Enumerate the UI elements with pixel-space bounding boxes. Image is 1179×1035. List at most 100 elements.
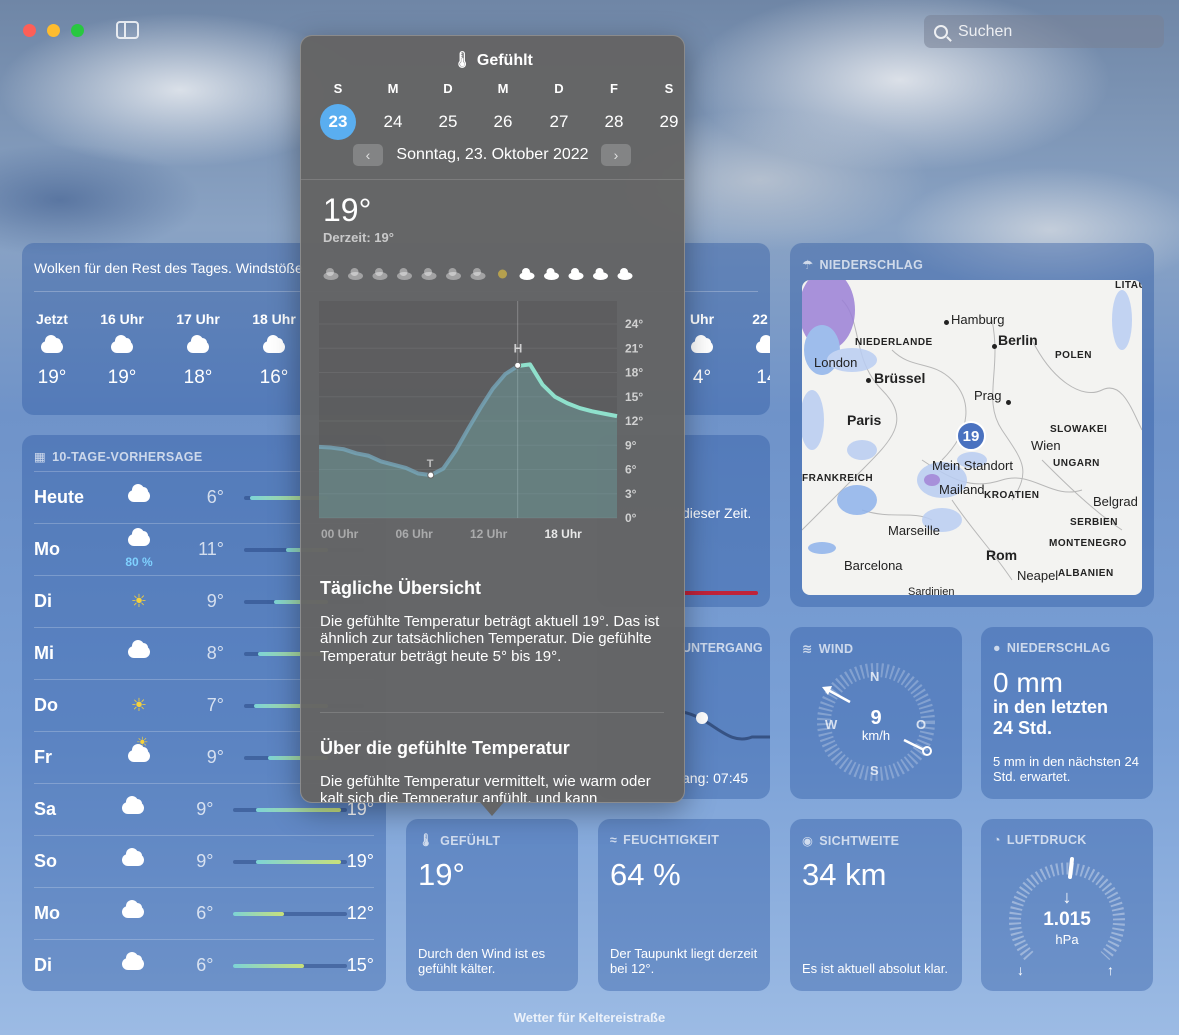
- location-pin[interactable]: 19: [956, 421, 986, 451]
- sun-icon: ☀: [130, 694, 148, 715]
- date-button[interactable]: 29: [651, 104, 684, 140]
- pressure-card[interactable]: ◔ LUFTDRUCK ↓ 1.015 hPa ↓ ↑: [981, 819, 1153, 991]
- visibility-card[interactable]: ◉ SICHTWEITE 34 km Es ist aktuell absolu…: [790, 819, 962, 991]
- popover-title-row: 🌡 Gefühlt: [301, 50, 684, 70]
- close-window-button[interactable]: [23, 24, 36, 37]
- y-tick-label: 18°: [625, 366, 643, 380]
- precip-forecast: 5 mm in den nächsten 24 Std. erwartet.: [993, 754, 1139, 785]
- pressure-low-icon: ↓: [1017, 962, 1024, 978]
- current-feels-value: 19°: [323, 192, 372, 228]
- date-button[interactable]: 26: [485, 104, 521, 140]
- hour-column: Jetzt 19°: [22, 311, 82, 389]
- feels-like-chart[interactable]: 0° 3° 6° 9° 12° 15° 18° 21° 24° T H 00 Uhr 06 Uhr 12 …: [319, 261, 669, 546]
- wind-card[interactable]: ≋ WIND N S W O 9 km/h: [790, 627, 962, 799]
- cloud-icon-puff: [522, 268, 530, 276]
- map-label: Barcelona: [844, 558, 903, 573]
- compass-south: S: [870, 763, 879, 778]
- day-icon-cell: [100, 795, 166, 819]
- day-row[interactable]: Di 6° 15°: [34, 939, 374, 991]
- y-tick-label: 21°: [625, 341, 643, 355]
- date-button[interactable]: 27: [541, 104, 577, 140]
- day-row[interactable]: Mo 6° 12°: [34, 887, 374, 939]
- x-tick-label: 00 Uhr: [321, 527, 359, 541]
- date-button[interactable]: 25: [430, 104, 466, 140]
- y-tick-label: 24°: [625, 317, 643, 331]
- sun-icon: ☀: [130, 590, 148, 611]
- y-tick-label: 6°: [625, 463, 637, 477]
- popover-title: Gefühlt: [476, 52, 533, 69]
- cloud-icon-puff: [546, 268, 555, 276]
- map-label: Berlin: [998, 332, 1038, 348]
- cloud-icon: [691, 335, 713, 353]
- day-low: 8°: [206, 643, 224, 663]
- precipitation-map[interactable]: Hamburg Berlin NIEDERLANDE POLEN London …: [802, 280, 1142, 595]
- map-header: ☂ NIEDERSCHLAG: [802, 257, 923, 273]
- cloud-icon: [122, 951, 145, 970]
- date-button[interactable]: 23: [320, 104, 356, 140]
- hour-column: 22 U 14: [737, 311, 770, 389]
- cloud-icon: [128, 483, 150, 502]
- day-low: 6°: [206, 487, 224, 507]
- hour-label: 17 Uhr: [176, 311, 220, 327]
- temp-range-bar: [233, 911, 347, 916]
- weekday-label: S: [664, 81, 674, 96]
- wind-icon: ≋: [802, 642, 813, 656]
- precipitation-map-card[interactable]: ☂ NIEDERSCHLAG Hamburg Berlin NIEDERLAND…: [790, 243, 1154, 607]
- day-icon-cell: [100, 847, 166, 871]
- hour-label: 16 Uhr: [100, 311, 144, 327]
- temp-range-bar: [233, 859, 347, 864]
- day-low: 9°: [206, 747, 224, 767]
- day-row[interactable]: So 9° 19°: [34, 835, 374, 887]
- day-icon-cell: ☀: [104, 592, 174, 612]
- visibility-value: 34 km: [802, 857, 887, 892]
- sunset-header: UNTERGANG: [682, 641, 763, 655]
- map-label: KROATIEN: [984, 490, 1040, 501]
- zoom-window-button[interactable]: [71, 24, 84, 37]
- x-tick-label: 12 Uhr: [470, 527, 508, 541]
- precip-period: in den letzten 24 Std.: [993, 697, 1109, 738]
- next-day-button[interactable]: ›: [601, 144, 631, 166]
- map-label: POLEN: [1055, 350, 1092, 361]
- map-label: Mein Standort: [932, 458, 1013, 473]
- precipitation-card[interactable]: ● NIEDERSCHLAG 0 mm in den letzten 24 St…: [981, 627, 1153, 799]
- date-button[interactable]: 28: [596, 104, 632, 140]
- minimize-window-button[interactable]: [47, 24, 60, 37]
- humidity-header: ≈ FEUCHTIGKEIT: [610, 833, 719, 847]
- sun-icon: [498, 269, 507, 279]
- search-input[interactable]: [958, 22, 1148, 41]
- cloud-icon-puff: [473, 268, 481, 276]
- temp-range-bar: [233, 807, 347, 812]
- y-tick-label: 15°: [625, 390, 643, 404]
- date-button[interactable]: 24: [375, 104, 411, 140]
- feels-title: GEFÜHLT: [440, 833, 501, 848]
- pressure-arrow-icon: ↓: [1062, 887, 1072, 907]
- day-name: Do: [34, 695, 58, 715]
- map-label: Sardinien: [908, 586, 955, 595]
- map-label: Brüssel: [874, 370, 926, 386]
- precip-chance: 80 %: [125, 554, 153, 569]
- search-field[interactable]: [924, 15, 1164, 48]
- map-label: Marseille: [888, 523, 941, 538]
- sidebar-toggle-icon[interactable]: [116, 21, 139, 39]
- low-point-marker: [427, 471, 435, 479]
- day-icon-cell: [104, 639, 174, 663]
- humidity-card[interactable]: ≈ FEUCHTIGKEIT 64 % Der Taupunkt liegt d…: [598, 819, 770, 991]
- pressure-header: ◔ LUFTDRUCK: [993, 833, 1087, 847]
- map-dot: [992, 344, 997, 349]
- partial-text: dieser Zeit.: [682, 505, 752, 521]
- map-label: Rom: [986, 547, 1018, 563]
- map-label: Paris: [847, 412, 882, 428]
- x-tick-label: 06 Uhr: [396, 527, 434, 541]
- cloud-icon: [122, 899, 145, 918]
- daily-overview-text: Die gefühlte Temperatur beträgt aktuell …: [320, 613, 660, 665]
- cloud-icon: [128, 639, 150, 658]
- weekday-label: D: [443, 81, 453, 96]
- feels-like-card[interactable]: 🌡 GEFÜHLT 19° Durch den Wind ist es gefü…: [406, 819, 578, 991]
- weekday-label: F: [610, 81, 618, 96]
- hour-column: 17 Uhr 18°: [168, 311, 228, 389]
- feels-desc: Durch den Wind ist es gefühlt kälter.: [418, 946, 546, 977]
- gauge-icon: ◔: [993, 833, 1001, 847]
- humidity-value: 64 %: [610, 857, 681, 892]
- day-low: 9°: [196, 851, 214, 871]
- day-high: 15°: [346, 955, 374, 975]
